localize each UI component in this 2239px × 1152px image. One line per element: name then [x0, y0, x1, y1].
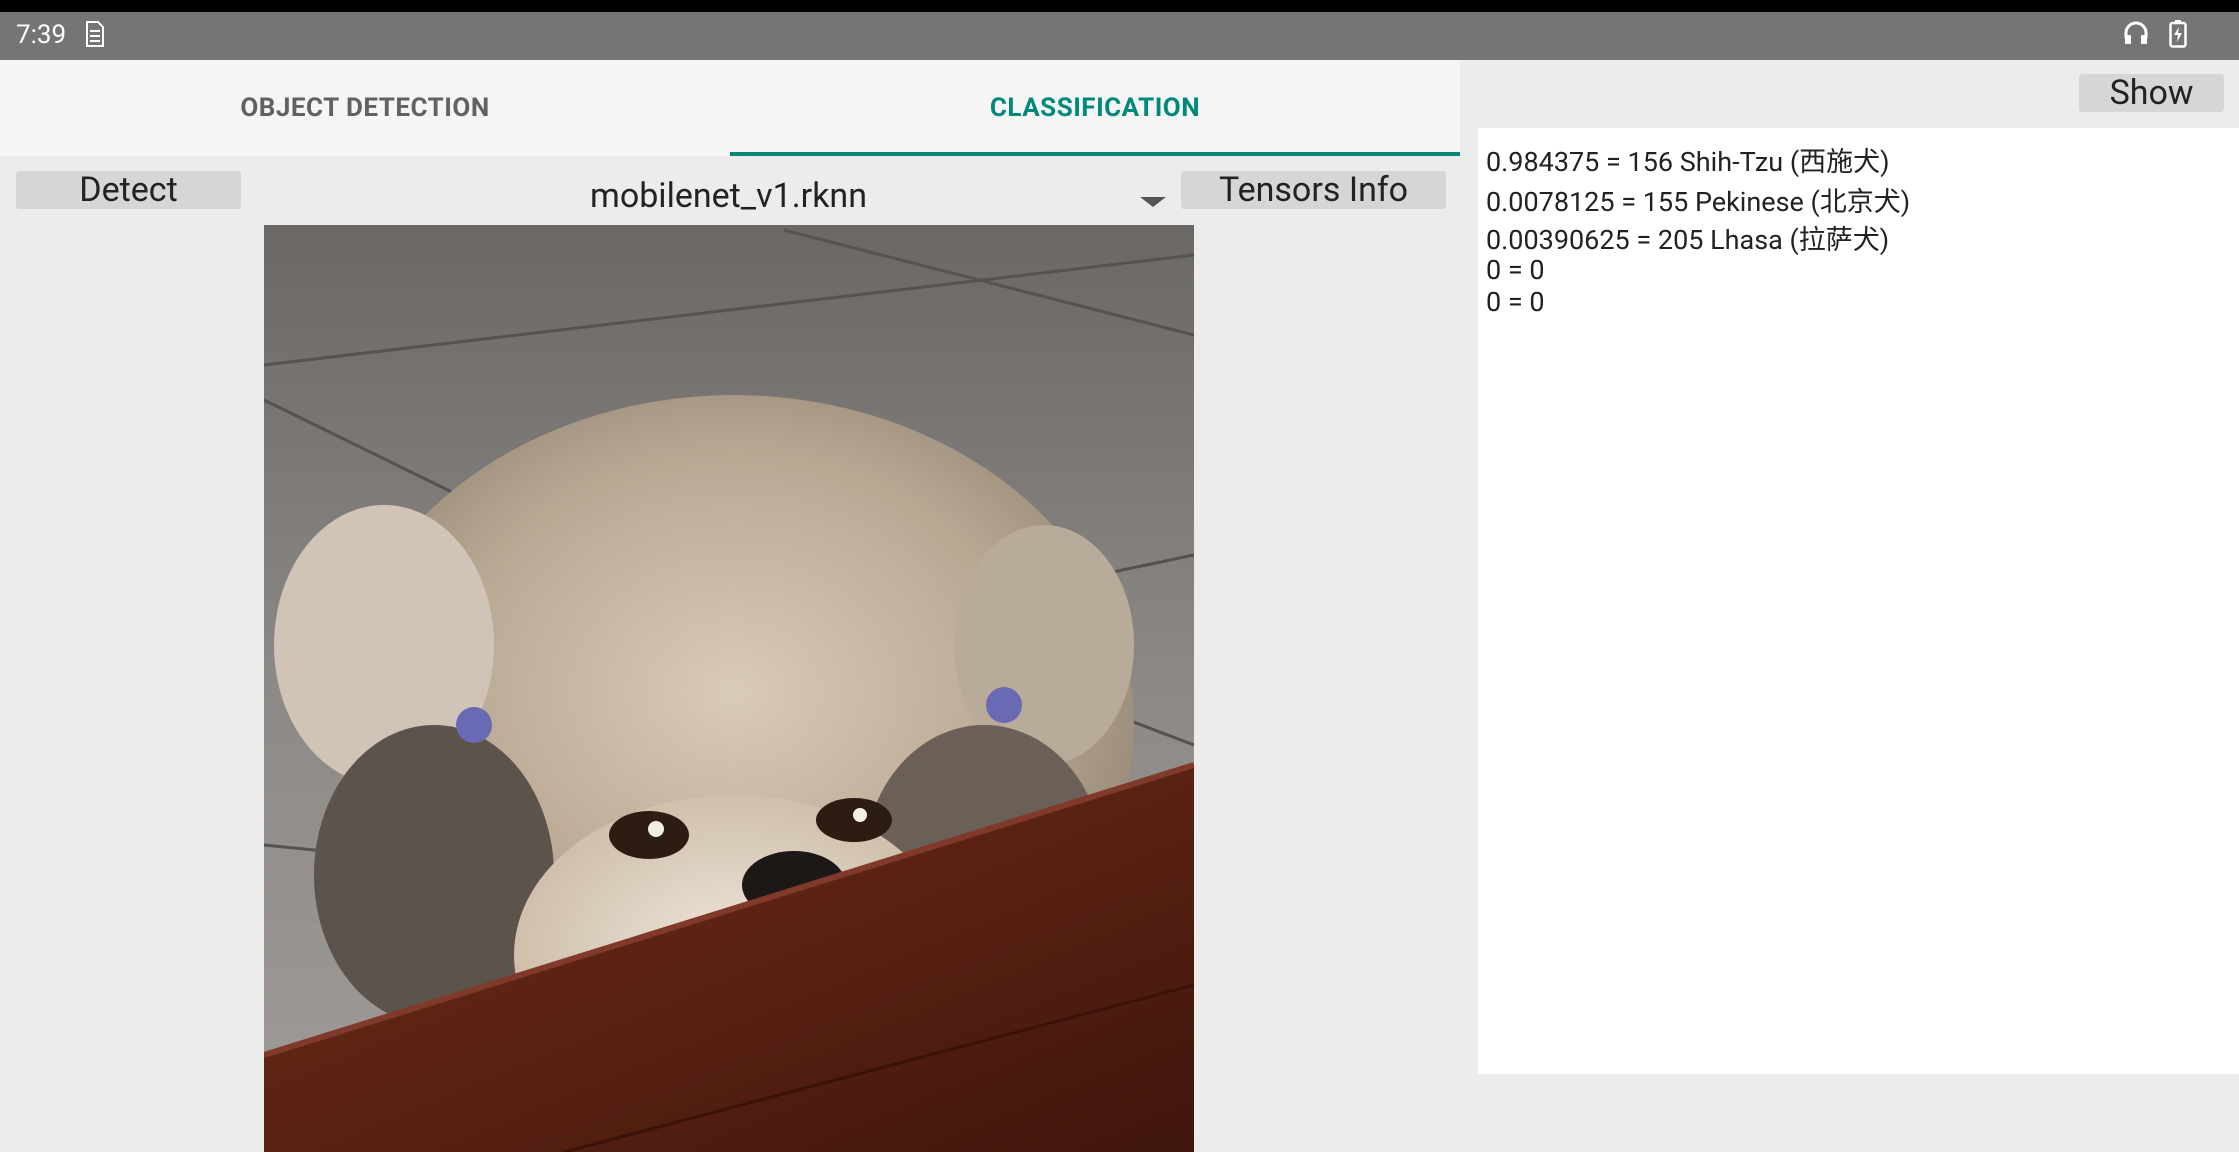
- show-button[interactable]: Show: [2079, 73, 2224, 113]
- battery-charging-icon: [2169, 20, 2187, 55]
- result-line: 0.984375 = 156 Shih-Tzu (西施犬): [1486, 146, 1890, 178]
- tab-classification[interactable]: CLASSIFICATION: [730, 60, 1460, 156]
- tab-selected-indicator: [730, 152, 1460, 156]
- result-line: 0.00390625 = 205 Lhasa (拉萨犬): [1486, 224, 1890, 256]
- dropdown-arrow-icon: [1140, 197, 1166, 207]
- headset-icon: [2123, 20, 2149, 53]
- tensors-info-button[interactable]: Tensors Info: [1181, 170, 1446, 210]
- tab-object-detection-label: OBJECT DETECTION: [240, 93, 490, 123]
- result-line: 0.0078125 = 155 Pekinese (北京犬): [1486, 186, 1911, 218]
- tab-object-detection[interactable]: OBJECT DETECTION: [0, 60, 730, 156]
- result-line: 0 = 0: [1486, 286, 1545, 318]
- result-line: 0 = 0: [1486, 254, 1545, 286]
- input-image: [264, 225, 1194, 1152]
- system-top-strip: [0, 0, 2239, 12]
- tab-classification-label: CLASSIFICATION: [989, 93, 1201, 123]
- model-select[interactable]: mobilenet_v1.rknn: [580, 168, 1166, 230]
- status-bar: 7:39: [0, 12, 2239, 60]
- model-select-value: mobilenet_v1.rknn: [590, 176, 867, 216]
- sim-icon: [84, 21, 104, 54]
- detect-button[interactable]: Detect: [16, 170, 241, 210]
- results-panel: 0.984375 = 156 Shih-Tzu (西施犬) 0.0078125 …: [1478, 128, 2239, 1074]
- status-time: 7:39: [16, 20, 67, 50]
- tab-bar: OBJECT DETECTION CLASSIFICATION: [0, 60, 1460, 156]
